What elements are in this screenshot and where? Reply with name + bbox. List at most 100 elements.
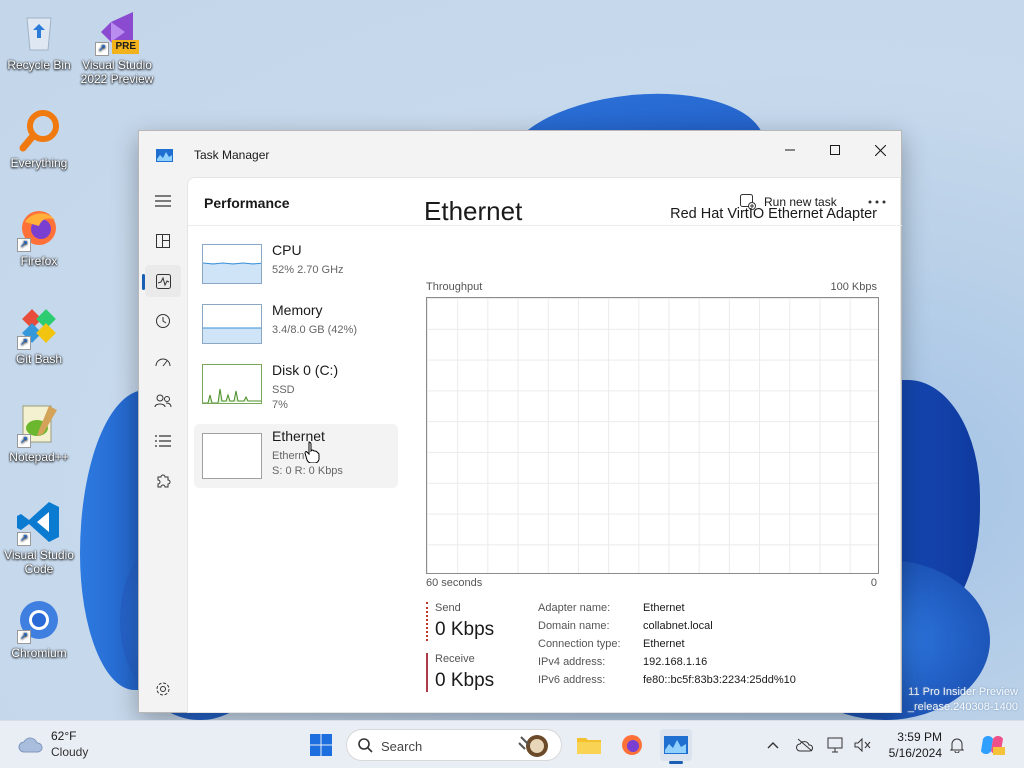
users-icon [154, 394, 172, 408]
receive-stat: Receive 0 Kbps [426, 653, 494, 692]
memory-mini-graph [202, 304, 262, 344]
property-key: Domain name: [538, 620, 610, 632]
hamburger-icon [155, 195, 171, 207]
monitor-icon [827, 737, 843, 753]
desktop-icon-label: Visual Studio 2022 Preview [80, 58, 154, 86]
desktop-icon-vscode[interactable]: ↗ Visual Studio Code [2, 498, 76, 576]
search-highlight-icon [518, 735, 548, 757]
git-bash-icon: ↗ [15, 302, 63, 350]
nav-settings[interactable] [145, 673, 181, 705]
header-divider [188, 225, 902, 226]
minimize-icon [785, 149, 795, 151]
taskbar-firefox[interactable] [616, 729, 648, 761]
recycle-bin-icon [15, 8, 63, 56]
desktop-icon-notepadpp[interactable]: ↗ Notepad++ [2, 400, 76, 464]
resource-item-cpu[interactable]: CPU 52% 2.70 GHz [194, 238, 398, 298]
task-manager-icon [664, 736, 688, 754]
desktop-icon-chromium[interactable]: ↗ Chromium [2, 596, 76, 660]
resource-item-ethernet[interactable]: Ethernet Ethern S: 0 R: 0 Kbps [194, 424, 398, 488]
vscode-icon: ↗ [15, 498, 63, 546]
graph-x-right-label: 0 [870, 577, 877, 589]
graph-x-left-label: 60 seconds [426, 577, 483, 589]
weather-widget[interactable]: 62°F Cloudy [16, 729, 106, 761]
speedometer-icon [155, 358, 171, 367]
adapter-description: Red Hat VirtIO Ethernet Adapter [670, 206, 877, 222]
running-indicator [669, 761, 683, 764]
taskbar-task-manager[interactable] [660, 729, 692, 764]
taskbar-file-explorer[interactable] [573, 729, 605, 761]
desktop-icon-visual-studio[interactable]: PRE ↗ Visual Studio 2022 Preview [80, 8, 154, 86]
resource-detail: 52% 2.70 GHz [272, 264, 344, 276]
desktop-icon-label: Chromium [11, 646, 67, 660]
firefox-icon: ↗ [15, 204, 63, 252]
watermark-line: _release.240308-1400 [907, 701, 1018, 713]
shortcut-arrow-icon: ↗ [17, 434, 31, 448]
nav-startup-apps[interactable] [145, 345, 181, 377]
resource-detail: 3.4/8.0 GB (42%) [272, 324, 357, 336]
nav-processes[interactable] [145, 225, 181, 257]
shortcut-arrow-icon: ↗ [17, 630, 31, 644]
shortcut-arrow-icon: ↗ [17, 532, 31, 546]
nav-services[interactable] [145, 465, 181, 497]
display-tray[interactable] [826, 735, 846, 755]
clock-date: 5/16/2024 [888, 746, 942, 760]
desktop-icon-label: Notepad++ [9, 450, 69, 464]
send-value: 0 Kbps [435, 619, 495, 640]
nav-app-history[interactable] [145, 305, 181, 337]
taskbar-search-box[interactable]: Search [346, 729, 562, 761]
property-key: Connection type: [538, 638, 621, 650]
desktop-icon-label: Git Bash [15, 352, 63, 366]
network-offline-tray[interactable] [795, 735, 815, 755]
detail-title: Ethernet [424, 196, 523, 226]
navigation-rail [139, 177, 185, 713]
taskbar-clock[interactable]: 3:59 PM 5/16/2024 [874, 729, 942, 761]
resource-name: Disk 0 (C:) [272, 362, 339, 378]
nav-performance[interactable] [142, 265, 181, 297]
resource-detail: SSD [272, 384, 295, 396]
close-button[interactable] [857, 135, 903, 165]
resource-name: CPU [272, 242, 302, 258]
resource-item-disk[interactable]: Disk 0 (C:) SSD 7% [194, 358, 398, 418]
volume-tray[interactable] [852, 735, 872, 755]
receive-label: Receive [435, 653, 475, 665]
maximize-button[interactable] [812, 135, 858, 165]
shortcut-arrow-icon: ↗ [17, 238, 31, 252]
history-icon [156, 314, 170, 328]
resource-item-memory[interactable]: Memory 3.4/8.0 GB (42%) [194, 298, 398, 358]
processes-icon [156, 234, 170, 248]
gear-icon [156, 682, 170, 696]
property-key: Adapter name: [538, 602, 611, 614]
firefox-icon [622, 735, 642, 755]
minimize-button[interactable] [767, 135, 813, 165]
desktop-icon-label: Firefox [20, 254, 58, 268]
nav-details[interactable] [145, 425, 181, 457]
shortcut-arrow-icon: ↗ [17, 336, 31, 350]
performance-page: Performance Run new task CPU 52% 2.70 GH… [187, 177, 902, 713]
desktop-icon-label: Everything [10, 156, 68, 170]
resource-name: Memory [272, 302, 323, 318]
cloud-icon [18, 737, 43, 753]
watermark-line: 11 Pro Insider Preview [908, 686, 1018, 698]
graph-max-label: 100 Kbps [830, 281, 877, 293]
property-value: Ethernet [643, 638, 685, 650]
property-value: fe80::bc5f:83b3:2234:25dd%10 [643, 674, 796, 686]
desktop-icon-recycle-bin[interactable]: Recycle Bin [2, 8, 76, 72]
desktop-icon-git-bash[interactable]: ↗ Git Bash [2, 302, 76, 366]
resource-detail: 7% [272, 399, 288, 411]
title-bar[interactable]: Task Manager [139, 131, 901, 177]
nav-menu-button[interactable] [145, 185, 181, 217]
desktop-icon-everything[interactable]: Everything [2, 106, 76, 170]
disk-mini-graph [202, 364, 262, 404]
send-label: Send [435, 602, 461, 614]
desktop-icon-firefox[interactable]: ↗ Firefox [2, 204, 76, 268]
property-value: Ethernet [643, 602, 685, 614]
copilot-button[interactable] [976, 729, 1008, 761]
nav-users[interactable] [145, 385, 181, 417]
notifications-button[interactable] [947, 735, 967, 755]
speaker-muted-icon [854, 737, 871, 753]
active-indicator [142, 274, 145, 290]
resource-detail: S: 0 R: 0 Kbps [272, 465, 343, 477]
start-button[interactable] [305, 729, 337, 761]
show-hidden-icons-button[interactable] [763, 735, 783, 755]
desktop-icon-label: Visual Studio Code [4, 548, 74, 576]
